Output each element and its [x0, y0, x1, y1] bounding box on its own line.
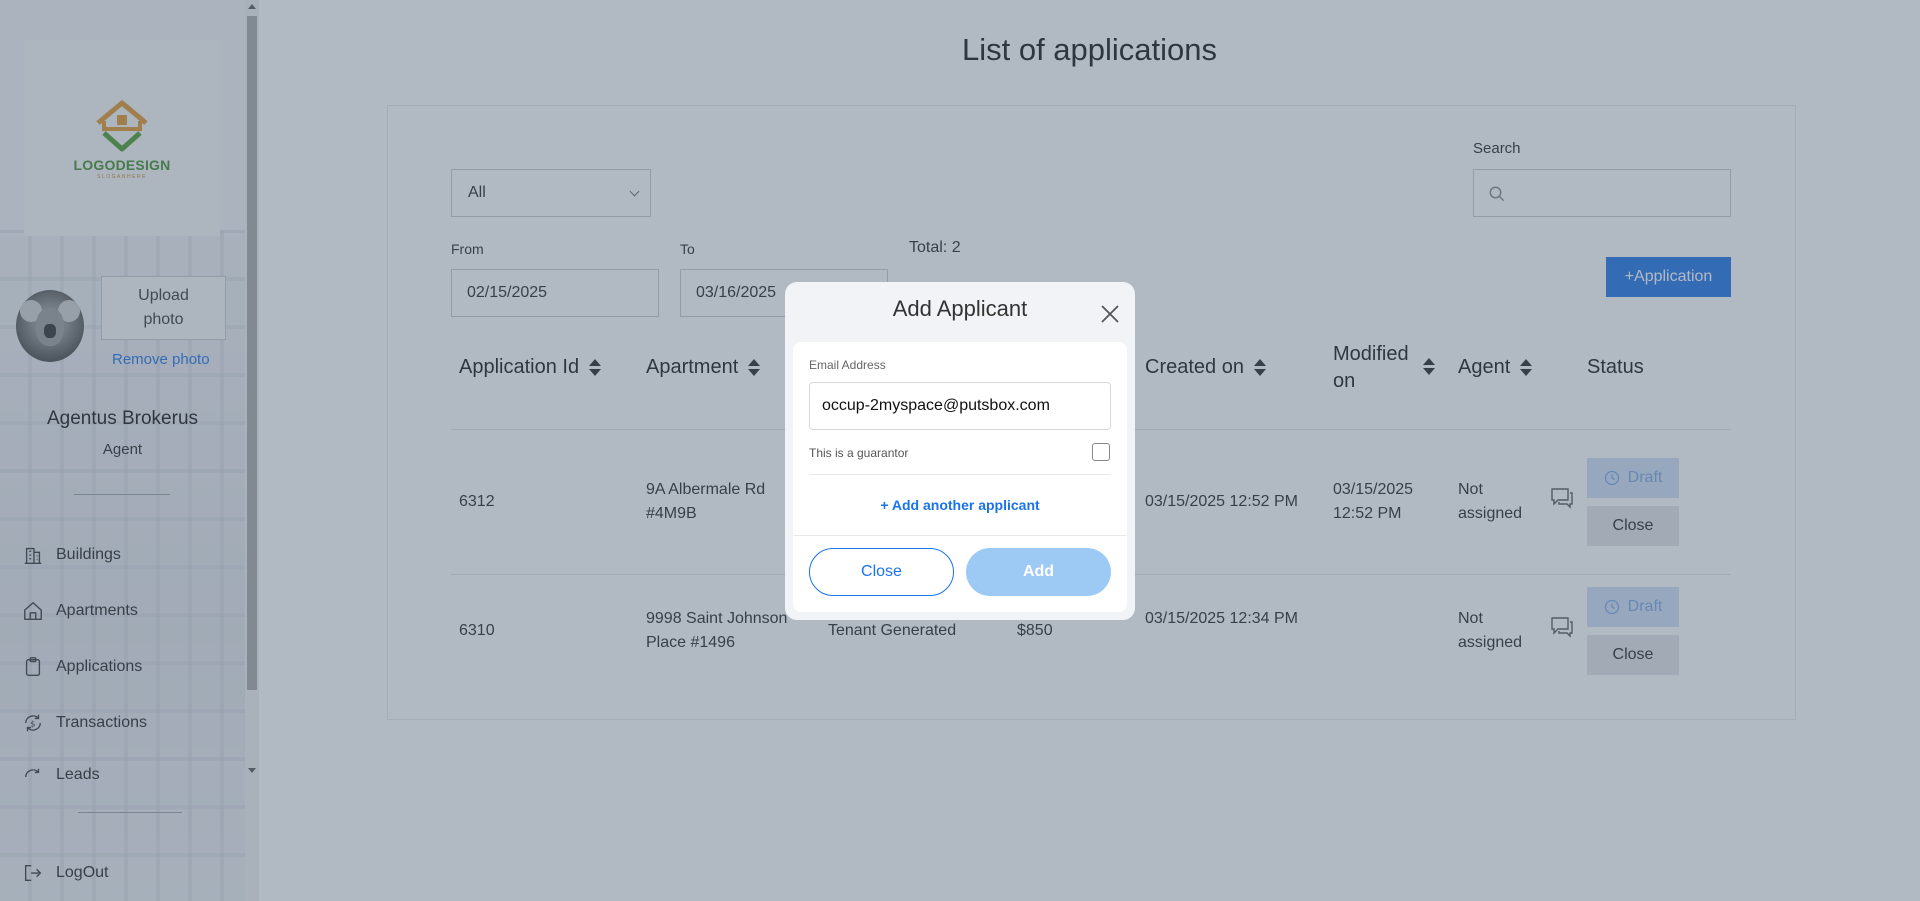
modal-divider: [809, 474, 1111, 475]
modal-divider: [793, 535, 1127, 536]
modal-close-button[interactable]: Close: [809, 548, 954, 596]
modal-body: Email Address occup-2myspace@putsbox.com…: [793, 342, 1127, 612]
email-label: Email Address: [809, 358, 886, 372]
email-field[interactable]: occup-2myspace@putsbox.com: [809, 382, 1111, 430]
add-applicant-modal: Add Applicant Email Address occup-2myspa…: [785, 282, 1135, 620]
modal-add-button[interactable]: Add: [966, 548, 1111, 596]
close-icon[interactable]: [1100, 304, 1120, 324]
guarantor-checkbox[interactable]: [1092, 443, 1110, 461]
modal-title: Add Applicant: [892, 296, 1028, 321]
guarantor-label: This is a guarantor: [809, 446, 909, 460]
add-another-applicant-link[interactable]: + Add another applicant: [793, 497, 1127, 513]
